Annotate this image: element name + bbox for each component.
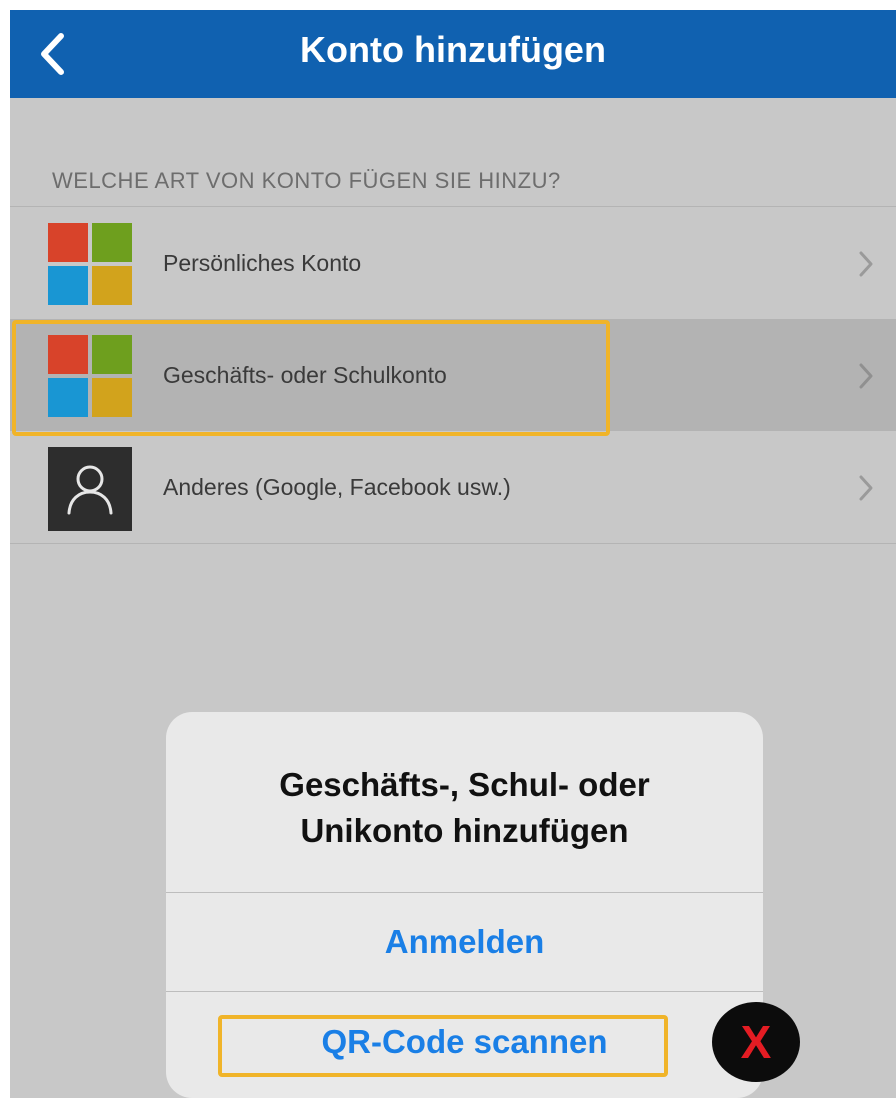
list-item-label: Persönliches Konto — [163, 250, 362, 276]
chevron-right-icon — [859, 251, 873, 277]
list-item-label: Anderes (Google, Facebook usw.) — [163, 474, 511, 500]
page-title: Konto hinzufügen — [300, 29, 606, 70]
section-label: WELCHE ART VON KONTO FÜGEN SIE HINZU? — [52, 168, 561, 193]
list-item-other-account[interactable]: Anderes (Google, Facebook usw.) — [10, 431, 896, 543]
person-icon — [48, 447, 132, 531]
chevron-right-icon — [859, 363, 873, 389]
dialog-title-line2: Unikonto hinzufügen — [300, 812, 629, 849]
close-annotation-badge: X — [712, 1002, 800, 1082]
app-screen: Konto hinzufügen WELCHE ART VON KONTO FÜ… — [10, 10, 896, 1098]
sign-in-button[interactable]: Anmelden — [166, 894, 763, 990]
microsoft-logo-icon — [48, 223, 132, 305]
dialog-title-line1: Geschäfts-, Schul- oder — [279, 766, 650, 803]
navigation-bar: Konto hinzufügen — [10, 10, 896, 98]
work-school-highlight — [12, 320, 610, 436]
chevron-right-icon — [859, 475, 873, 501]
list-item-personal-account[interactable]: Persönliches Konto — [10, 207, 896, 319]
list-divider — [10, 543, 896, 544]
dialog-divider — [166, 892, 763, 893]
qr-code-highlight — [218, 1015, 668, 1077]
dialog-title: Geschäfts-, Schul- oder Unikonto hinzufü… — [166, 762, 763, 854]
